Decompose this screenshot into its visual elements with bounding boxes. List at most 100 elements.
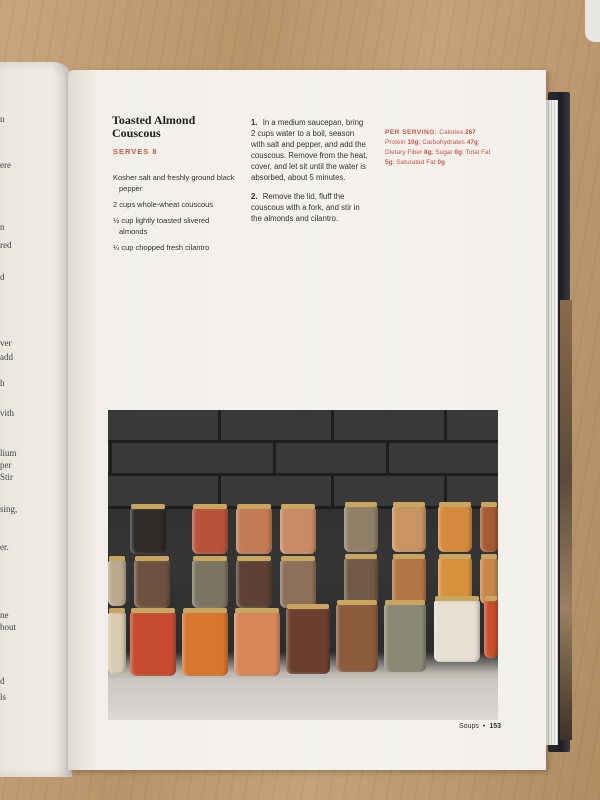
jar-lid (281, 504, 315, 509)
step-number: 2. (251, 192, 258, 201)
jar-lid (337, 600, 377, 605)
jar-lid (281, 556, 315, 561)
left-text-fragment: n (0, 114, 5, 124)
jar-lid (439, 554, 471, 559)
countertop (108, 678, 498, 720)
serves-label: SERVES 8 (113, 147, 158, 156)
jar-lid (109, 556, 125, 561)
jar-lid (183, 608, 227, 613)
method-step: 2. Remove the lid, fluff the couscous wi… (251, 191, 369, 224)
jar-lid (439, 502, 471, 507)
spice-jar (280, 504, 316, 554)
left-text-fragment: bout (0, 622, 17, 632)
spice-jar (484, 596, 498, 658)
ingredient-item: ¼ cup chopped fresh cilantro (113, 243, 210, 252)
spice-jar (130, 608, 176, 676)
jar-lid (109, 608, 125, 613)
left-text-fragment: ne (0, 610, 9, 620)
jar-lid (485, 596, 497, 601)
spice-jar (192, 556, 228, 608)
spice-jar (108, 608, 126, 674)
spice-jar (192, 504, 228, 554)
footer-separator: • (482, 723, 486, 730)
left-text-fragment: h (0, 378, 5, 388)
satfat-label: Saturated Fat (396, 159, 436, 166)
method-steps: 1. In a medium saucepan, bring 2 cups wa… (251, 117, 369, 232)
spice-jar (234, 608, 280, 676)
recipe-title: Toasted Almond Couscous (112, 113, 196, 140)
left-text-fragment: er. (0, 542, 9, 552)
sugar-value: 0g (454, 149, 463, 156)
left-text-fragment: Stir (0, 472, 14, 482)
spice-jar (280, 556, 316, 608)
left-text-fragment: add (0, 352, 13, 362)
calories-label: Calories (439, 129, 464, 136)
left-text-fragment: n (0, 222, 5, 232)
jar-lid (481, 554, 497, 559)
corner-object (585, 0, 600, 42)
jar-lid (131, 608, 175, 613)
jar-lid (135, 556, 169, 561)
jar-lid (385, 600, 425, 605)
protein-label: Protein (385, 139, 406, 146)
jar-lid (237, 556, 271, 561)
left-text-fragment: ere (0, 160, 11, 170)
ingredient-item: Kosher salt and freshly ground black pep… (113, 173, 235, 193)
jar-lid (287, 604, 329, 609)
fiber-value: 8g (424, 149, 432, 156)
spice-jar (480, 502, 498, 552)
jar-lid (345, 502, 377, 507)
spice-jar (384, 600, 426, 672)
left-text-fragment: ls (0, 692, 7, 702)
satfat-value: 0g (437, 159, 446, 166)
tile-row (108, 443, 498, 476)
spice-jar (392, 502, 426, 552)
spice-jar (344, 502, 378, 552)
left-page: n ere n red d ver add h vith lium per St… (0, 62, 72, 777)
left-text-fragment: sing, (0, 504, 18, 514)
left-text-fragment: per (0, 460, 12, 470)
spice-jar (108, 556, 126, 606)
left-text-fragment: ver (0, 338, 12, 348)
jar-lid (435, 596, 479, 601)
spice-jar (438, 502, 472, 552)
calories-value: 267 (464, 129, 476, 136)
carbs-value: 47g (466, 139, 478, 146)
left-text-fragment: vith (0, 408, 15, 418)
spice-jars-photo (108, 410, 498, 720)
ingredient-item: ½ cup lightly toasted slivered almonds (113, 216, 210, 236)
jar-lid (237, 504, 271, 509)
sugar-label: Sugar (435, 149, 453, 156)
jar-lid (481, 502, 497, 507)
fiber-label: Dietary Fiber (385, 149, 423, 156)
carbs-label: Carbohydrates (422, 139, 465, 146)
jar-lid (131, 504, 165, 509)
ingredient-list: Kosher salt and freshly ground black pep… (113, 172, 238, 258)
protein-value: 10g (407, 139, 419, 146)
spice-jar (336, 600, 378, 672)
section-name: Soups (459, 723, 479, 730)
nutrition-heading: PER SERVING: (385, 129, 438, 136)
left-text-fragment: lium (0, 448, 17, 458)
jar-lid (345, 554, 377, 559)
page-footer: Soups • 153 (459, 723, 501, 730)
spice-jar (182, 608, 228, 676)
jar-lid (393, 554, 425, 559)
jar-lid (393, 502, 425, 507)
ingredient-item: 2 cups whole-wheat couscous (113, 200, 214, 209)
jar-lid (193, 556, 227, 561)
left-text-fragment: d (0, 676, 5, 686)
spice-jar (434, 596, 480, 662)
page-number: 153 (489, 723, 501, 730)
spice-jar (236, 504, 272, 554)
spice-jar (130, 504, 166, 554)
left-text-fragment: d (0, 272, 5, 282)
tile-row (108, 410, 498, 443)
book-cover-art (560, 300, 572, 740)
spice-jar (134, 556, 170, 608)
jar-lid (193, 504, 227, 509)
spice-jar (236, 556, 272, 608)
spice-jar (392, 554, 426, 604)
nutrition-info: PER SERVING: Calories 267 Protein 10g; C… (385, 129, 491, 166)
fat-label: Total Fat (465, 149, 491, 156)
